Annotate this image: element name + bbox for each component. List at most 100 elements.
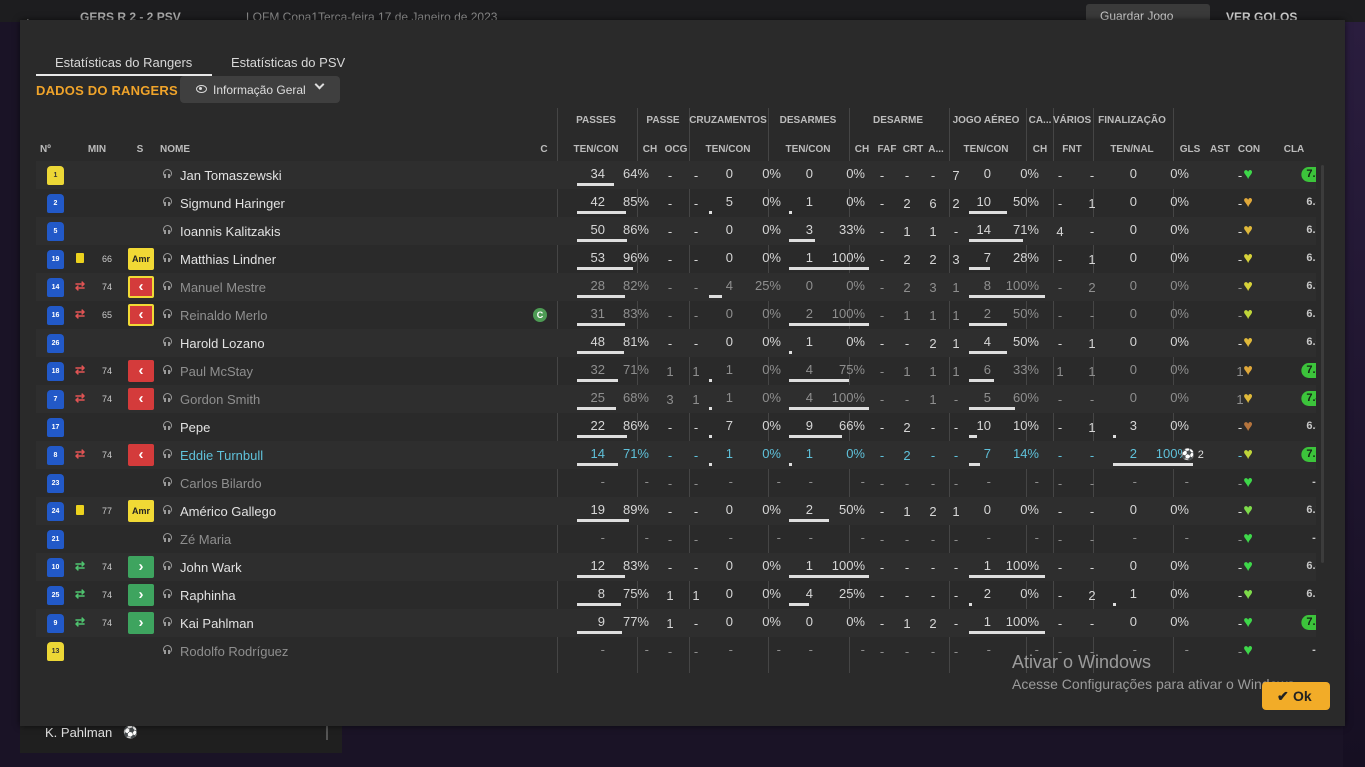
- condition-heart-icon: ♥: [1243, 166, 1253, 183]
- column-header-c[interactable]: C: [540, 144, 547, 155]
- player-name[interactable]: Kai Pahlman: [180, 616, 254, 631]
- table-row[interactable]: 10 ⇄ 74 › John Wark 12 83% - -0 0% 1 100% - - - -1 100% -…: [36, 553, 1316, 581]
- tab-rangers-stats[interactable]: Estatísticas do Rangers: [36, 46, 212, 76]
- table-row[interactable]: 24 77 Amr Américo Gallego 19 89% - -0 0% 2 50% -1 2 1…: [36, 497, 1316, 525]
- player-name[interactable]: Paul McStay: [180, 364, 253, 379]
- table-row[interactable]: 25 ⇄ 74 › Raphinha 8 75% 1 1 0 0% 4 25% - - - -2 0% -2 1 0% -…: [36, 581, 1316, 609]
- column-header-name[interactable]: NOME: [160, 144, 190, 155]
- player-profile-icon[interactable]: [163, 169, 172, 180]
- passes-ratio-bar: [577, 631, 622, 634]
- ok-button[interactable]: ✔ Ok: [1262, 682, 1330, 710]
- table-row[interactable]: 18 ⇄ 74 ‹ Paul McStay 32 71% 1 1 1 0% 4 75% -1 1 1 6 33% 1…: [36, 357, 1316, 385]
- player-profile-icon[interactable]: [163, 225, 172, 236]
- table-row[interactable]: 26 Harold Lozano 48 81% - -0 0% 1 0% - -2 1 4 50% -1 0 0…: [36, 329, 1316, 357]
- player-profile-icon[interactable]: [163, 589, 172, 600]
- player-name[interactable]: John Wark: [180, 560, 242, 575]
- column-header-a[interactable]: A...: [928, 144, 944, 155]
- player-name[interactable]: Zé Maria: [180, 532, 231, 547]
- column-header-con[interactable]: CON: [1238, 144, 1260, 155]
- column-header-ast[interactable]: AST: [1210, 144, 1230, 155]
- passes-ratio-bar: [577, 519, 629, 522]
- shots-ratio-bar: [1113, 435, 1116, 438]
- table-row[interactable]: 9 ⇄ 74 › Kai Pahlman 9 77% 1-0 0% 0 0% -1 2-1 100% - -0…: [36, 609, 1316, 637]
- column-header-s[interactable]: S: [137, 144, 144, 155]
- player-profile-icon[interactable]: [163, 393, 172, 404]
- table-row[interactable]: 5 Ioannis Kalitzakis 50 86% - -0 0% 3 33% -1 1-14 7…: [36, 217, 1316, 245]
- shirt-number-icon: 10: [47, 558, 64, 577]
- column-header-aerial[interactable]: TEN/CON: [964, 144, 1009, 155]
- table-row[interactable]: 2 Sigmund Haringer 42 85% - -5 0% 1 0% -2 6 2 10 50% -…: [36, 189, 1316, 217]
- crosses-ratio-bar: [709, 379, 712, 382]
- cards-ch: -: [1057, 392, 1063, 407]
- table-row[interactable]: 17Pepe2286%--70%966%-2--1010%-130%-♥6.3: [36, 413, 1316, 441]
- column-header-faf[interactable]: FAF: [878, 144, 897, 155]
- player-name[interactable]: Ioannis Kalitzakis: [180, 224, 280, 239]
- assists: -: [1237, 224, 1243, 239]
- view-dropdown[interactable]: Informação Geral: [180, 76, 340, 103]
- player-profile-icon[interactable]: [163, 533, 172, 544]
- player-name[interactable]: Rodolfo Rodríguez: [180, 644, 288, 659]
- column-header-ch3[interactable]: CH: [1033, 144, 1047, 155]
- table-row[interactable]: 1 Jan Tomaszewski 34 64% - -0 0% 0 0% - - -7 0 0% - -0 0…: [36, 161, 1316, 189]
- player-profile-icon[interactable]: [163, 197, 172, 208]
- column-header-shots[interactable]: TEN/NAL: [1110, 144, 1153, 155]
- player-profile-icon[interactable]: [163, 617, 172, 628]
- player-profile-icon[interactable]: [163, 253, 172, 264]
- player-rating: 6.5: [1306, 252, 1316, 264]
- table-row[interactable]: 7 ⇄ 74 ‹ Gordon Smith 25 68% 3 1 1 0% 4 100% - -1-5 60%…: [36, 385, 1316, 413]
- player-profile-icon[interactable]: [163, 309, 172, 320]
- condition-heart-icon: ♥: [1243, 614, 1253, 631]
- passes-attempts: 31: [590, 306, 605, 321]
- player-profile-icon[interactable]: [163, 365, 172, 376]
- player-profile-icon[interactable]: [163, 477, 172, 488]
- player-profile-icon[interactable]: [163, 645, 172, 656]
- table-row[interactable]: 23 Carlos Bilardo - - - - - - - - - - - - - - - - - - - ♥ -: [36, 469, 1316, 497]
- tackle-crt: 1: [929, 224, 937, 239]
- column-header-crt[interactable]: CRT: [903, 144, 924, 155]
- player-rating: 6.6: [1306, 336, 1316, 348]
- player-name[interactable]: Carlos Bilardo: [180, 476, 262, 491]
- column-header-gls[interactable]: GLS: [1180, 144, 1201, 155]
- player-name[interactable]: Harold Lozano: [180, 336, 265, 351]
- scorer-scrollbar[interactable]: [326, 726, 328, 740]
- column-header-fnt[interactable]: FNT: [1062, 144, 1081, 155]
- player-name[interactable]: Sigmund Haringer: [180, 196, 285, 211]
- table-row[interactable]: 19 66 Amr Matthias Lindner 53 96% - -0 0% 1 100% -2…: [36, 245, 1316, 273]
- column-header-cla[interactable]: CLA: [1284, 144, 1305, 155]
- table-row[interactable]: 16 ⇄ 65 ‹ Reinaldo Merlo C 31 83% - -0 0% 2 100% -1 1 1…: [36, 301, 1316, 329]
- player-profile-icon[interactable]: [163, 337, 172, 348]
- column-header-tackles[interactable]: TEN/CON: [786, 144, 831, 155]
- player-name[interactable]: Jan Tomaszewski: [180, 168, 282, 183]
- column-header-ch1[interactable]: CH: [643, 144, 657, 155]
- player-profile-icon[interactable]: [163, 421, 172, 432]
- crosses-ratio: 0%: [762, 194, 781, 209]
- player-name[interactable]: Manuel Mestre: [180, 280, 266, 295]
- player-name[interactable]: Gordon Smith: [180, 392, 260, 407]
- crosses-attempts: 0: [725, 502, 733, 517]
- player-profile-icon[interactable]: [163, 561, 172, 572]
- player-name[interactable]: Matthias Lindner: [180, 252, 276, 267]
- player-name[interactable]: Pepe: [180, 420, 210, 435]
- table-row[interactable]: 14 ⇄ 74 ‹ Manuel Mestre 28 82% - -4 25% 0 0% -2 3 1 8 10…: [36, 273, 1316, 301]
- column-header-ch2[interactable]: CH: [855, 144, 869, 155]
- player-profile-icon[interactable]: [163, 449, 172, 460]
- tab-psv-stats[interactable]: Estatísticas do PSV: [212, 46, 372, 76]
- column-header-min[interactable]: MIN: [88, 144, 106, 155]
- table-scrollbar[interactable]: [1321, 165, 1324, 563]
- player-name[interactable]: Reinaldo Merlo: [180, 308, 267, 323]
- player-profile-icon[interactable]: [163, 281, 172, 292]
- tackles-attempts: 0: [805, 166, 813, 181]
- column-header-cross[interactable]: TEN/CON: [706, 144, 751, 155]
- table-row[interactable]: 21 Zé Maria - - - - - - - - - - - - - - - - - - - ♥ -: [36, 525, 1316, 553]
- column-header-passes[interactable]: TEN/CON: [574, 144, 619, 155]
- column-header-ocg[interactable]: OCG: [665, 144, 688, 155]
- column-header-num[interactable]: Nº: [40, 144, 51, 155]
- player-name[interactable]: Raphinha: [180, 588, 236, 603]
- player-rating: 6.7: [1306, 504, 1316, 516]
- player-profile-icon[interactable]: [163, 505, 172, 516]
- aerial-attempts: 5: [983, 390, 991, 405]
- table-row[interactable]: 8 ⇄ 74 ‹ Eddie Turnbull 14 71% - -1 0% 1 0% -2- -7 14%…: [36, 441, 1316, 469]
- player-name[interactable]: Eddie Turnbull: [180, 448, 263, 463]
- player-name[interactable]: Américo Gallego: [180, 504, 276, 519]
- various-fnt: -: [1089, 616, 1095, 631]
